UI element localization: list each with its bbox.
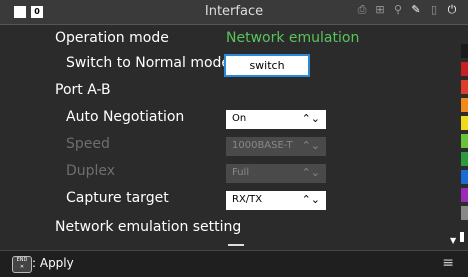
stripe-purple <box>461 188 468 202</box>
stripe-black <box>461 44 468 58</box>
updown-chevron-icon: ⌃⌄ <box>301 166 320 179</box>
capture-target-value: RX/TX <box>232 194 263 205</box>
stripe-red <box>461 62 468 76</box>
updown-chevron-icon: ⌃⌄ <box>301 193 320 206</box>
row-capture-target: Capture target RX/TX ⌃⌄ <box>0 187 448 213</box>
row-operation-mode: Operation mode Network emulation <box>0 27 448 53</box>
auto-negotiation-select[interactable]: On ⌃⌄ <box>226 110 326 129</box>
tool-icon: ✎ <box>411 3 421 16</box>
auto-negotiation-value: On <box>232 113 247 124</box>
printer-icon: ⎙ <box>357 3 367 16</box>
speed-label: Speed <box>66 136 110 152</box>
row-auto-negotiation: Auto Negotiation On ⌃⌄ <box>0 106 448 132</box>
updown-chevron-icon: ⌃⌄ <box>301 112 320 125</box>
stripe-blue <box>461 170 468 184</box>
scrollbar-thumb[interactable] <box>460 232 464 242</box>
row-switch-normal: Switch to Normal mode switch <box>0 52 448 78</box>
usb-icon: ⚲ <box>393 3 403 16</box>
speed-value: 1000BASE-T <box>232 140 293 151</box>
apply-hint: : Apply <box>32 256 74 270</box>
duplex-label: Duplex <box>66 163 116 179</box>
scroll-down-icon[interactable]: ▼ <box>450 236 456 245</box>
bottom-bar: END ✕ : Apply ≡ <box>0 250 468 277</box>
duplex-value: Full <box>232 167 250 178</box>
settings-panel: Operation mode Network emulation Switch … <box>0 24 448 246</box>
operation-mode-label: Operation mode <box>55 30 169 46</box>
duplex-select: Full ⌃⌄ <box>226 164 326 183</box>
row-network-emulation: Network emulation setting <box>0 216 448 242</box>
end-key-icon: END ✕ <box>12 256 32 273</box>
stripe-light-green <box>461 134 468 148</box>
network-emulation-label: Network emulation setting <box>55 219 242 235</box>
row-speed: Speed 1000BASE-T ⌃⌄ <box>0 133 448 159</box>
switch-normal-label: Switch to Normal mode <box>66 55 231 71</box>
stripe-red-orange <box>461 80 468 94</box>
network-icon: ⊞ <box>375 3 385 16</box>
partial-field-bar <box>228 244 244 246</box>
operation-mode-value: Network emulation <box>226 30 360 46</box>
capture-target-select[interactable]: RX/TX ⌃⌄ <box>226 191 326 210</box>
stripe-green <box>461 152 468 166</box>
port-section-label: Port A-B <box>55 82 111 98</box>
switch-button[interactable]: switch <box>226 56 308 75</box>
updown-chevron-icon: ⌃⌄ <box>301 139 320 152</box>
top-bar: 0 Interface ⎙ ⊞ ⚲ ✎ ▯ ⏻ <box>0 0 468 25</box>
row-port-section: Port A-B <box>0 79 448 105</box>
status-icons: ⎙ ⊞ ⚲ ✎ ▯ ⏻ <box>356 4 458 16</box>
speed-select: 1000BASE-T ⌃⌄ <box>226 137 326 156</box>
capture-target-label: Capture target <box>66 190 169 206</box>
stripe-gray <box>461 206 468 220</box>
battery-icon: ▯ <box>430 3 438 16</box>
power-plug-icon: ⏻ <box>447 3 457 16</box>
stripe-orange <box>461 98 468 112</box>
auto-negotiation-label: Auto Negotiation <box>66 109 185 125</box>
menu-icon[interactable]: ≡ <box>442 255 454 271</box>
row-duplex: Duplex Full ⌃⌄ <box>0 160 448 186</box>
stripe-yellow <box>461 116 468 130</box>
